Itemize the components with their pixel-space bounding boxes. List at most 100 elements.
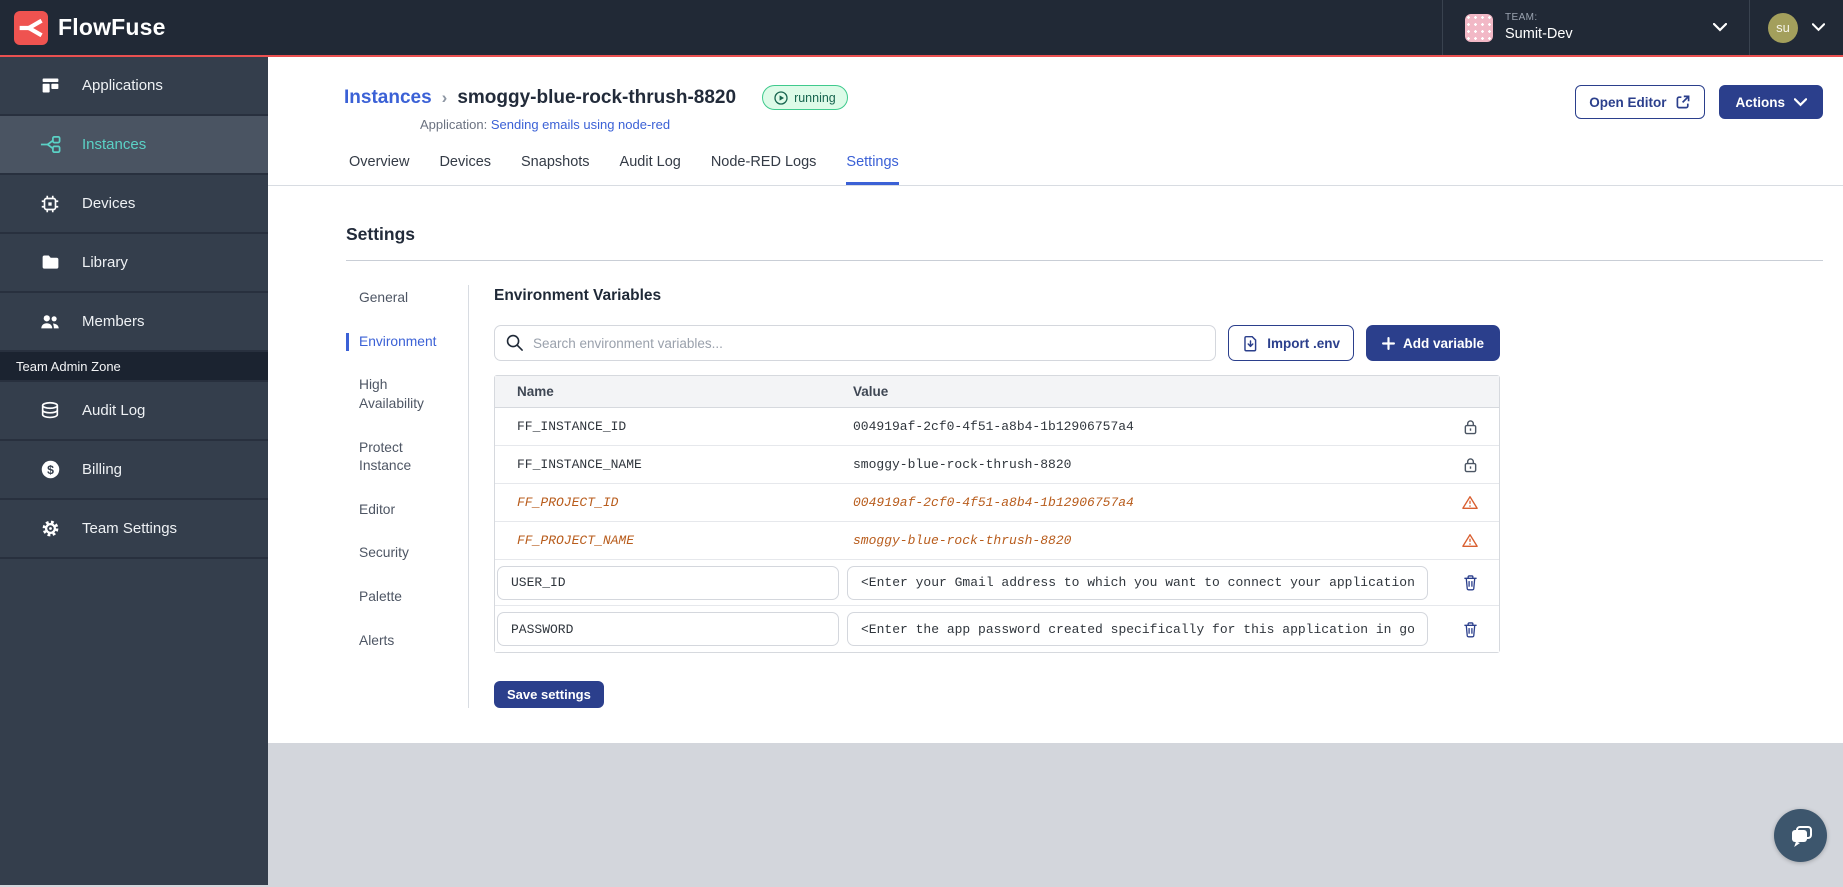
user-menu[interactable]: su — [1750, 0, 1843, 55]
content-surface: Instances › smoggy-blue-rock-thrush-8820… — [268, 57, 1843, 743]
top-bar: FlowFuse TEAM: Sumit-Dev su — [0, 0, 1843, 57]
sidebar-item-instances[interactable]: Instances — [0, 116, 268, 175]
column-header-value: Value — [853, 384, 889, 399]
chevron-down-icon — [1812, 23, 1825, 32]
sidebar-item-applications[interactable]: Applications — [0, 57, 268, 116]
trash-icon[interactable] — [1441, 621, 1499, 638]
application-line: Application: Sending emails using node-r… — [344, 110, 848, 132]
warning-icon — [1441, 495, 1499, 510]
add-variable-label: Add variable — [1402, 335, 1484, 351]
sidebar: Applications Instances Devices Library M… — [0, 57, 268, 885]
sidebar-item-label: Billing — [82, 461, 123, 478]
tab-audit-log[interactable]: Audit Log — [620, 154, 681, 185]
members-icon — [38, 310, 62, 334]
subnav-alerts[interactable]: Alerts — [346, 632, 454, 651]
env-var-value: 004919af-2cf0-4f51-a8b4-1b12906757a4 — [853, 419, 1134, 434]
open-editor-button[interactable]: Open Editor — [1575, 85, 1706, 119]
env-variables-table: Name Value FF_INSTANCE_ID 004919af-2cf0-… — [494, 375, 1500, 653]
sidebar-filler — [0, 559, 268, 885]
audit-log-icon — [38, 399, 62, 423]
tab-settings[interactable]: Settings — [846, 154, 899, 185]
env-var-name: FF_PROJECT_NAME — [517, 533, 635, 548]
sidebar-item-devices[interactable]: Devices — [0, 175, 268, 234]
flowfuse-brand[interactable]: FlowFuse — [0, 10, 166, 45]
env-var-value: 004919af-2cf0-4f51-a8b4-1b12906757a4 — [853, 495, 1134, 510]
env-var-value-input[interactable] — [847, 565, 1428, 600]
settings-divider — [346, 260, 1823, 261]
chevron-down-icon — [1713, 23, 1727, 32]
search-input[interactable] — [494, 325, 1217, 361]
import-env-label: Import .env — [1267, 335, 1340, 351]
actions-button[interactable]: Actions — [1719, 85, 1823, 119]
save-settings-button[interactable]: Save settings — [494, 681, 604, 708]
table-row: FF_PROJECT_ID 004919af-2cf0-4f51-a8b4-1b… — [495, 484, 1499, 522]
subnav-general[interactable]: General — [346, 289, 454, 308]
instance-tabs: Overview Devices Snapshots Audit Log Nod… — [268, 132, 1843, 186]
env-var-name: FF_INSTANCE_NAME — [517, 457, 642, 472]
team-selector[interactable]: TEAM: Sumit-Dev — [1443, 0, 1749, 55]
team-label: TEAM: — [1505, 12, 1538, 24]
external-link-icon — [1677, 95, 1690, 109]
tab-node-red-logs[interactable]: Node-RED Logs — [711, 154, 817, 185]
breadcrumb-instances-link[interactable]: Instances — [344, 87, 432, 109]
tab-snapshots[interactable]: Snapshots — [521, 154, 590, 185]
main-area: Instances › smoggy-blue-rock-thrush-8820… — [268, 57, 1843, 885]
search-icon — [506, 334, 523, 351]
warning-icon — [1441, 533, 1499, 548]
column-header-name: Name — [517, 384, 554, 399]
status-badge: running — [762, 85, 848, 110]
sidebar-item-billing[interactable]: $ Billing — [0, 441, 268, 500]
table-row — [495, 560, 1499, 606]
devices-icon — [38, 192, 62, 216]
env-var-value: smoggy-blue-rock-thrush-8820 — [853, 457, 1072, 472]
instances-icon — [38, 133, 62, 157]
sidebar-item-team-settings[interactable]: Team Settings — [0, 500, 268, 559]
import-env-button[interactable]: Import .env — [1228, 325, 1354, 361]
table-header: Name Value — [495, 376, 1499, 408]
subnav-palette[interactable]: Palette — [346, 588, 454, 607]
plus-icon — [1381, 336, 1395, 350]
svg-text:$: $ — [47, 463, 54, 477]
subnav-environment[interactable]: Environment — [346, 332, 454, 352]
breadcrumb-separator: › — [441, 87, 448, 107]
sidebar-item-library[interactable]: Library — [0, 234, 268, 293]
subnav-protect-instance[interactable]: Protect Instance — [346, 439, 454, 476]
tab-devices[interactable]: Devices — [439, 154, 491, 185]
add-variable-button[interactable]: Add variable — [1365, 325, 1500, 361]
env-var-name: FF_PROJECT_ID — [517, 495, 619, 510]
actions-label: Actions — [1735, 94, 1785, 110]
subnav-high-availability[interactable]: High Availability — [346, 376, 454, 413]
sidebar-item-label: Audit Log — [82, 402, 146, 419]
team-avatar — [1465, 13, 1493, 42]
lock-icon — [1441, 457, 1499, 473]
env-var-value: smoggy-blue-rock-thrush-8820 — [853, 533, 1072, 548]
team-name: Sumit-Dev — [1505, 25, 1573, 42]
applications-icon — [38, 74, 62, 98]
env-var-name-input[interactable] — [497, 565, 839, 600]
env-var-name-cell — [495, 612, 839, 646]
chat-widget-button[interactable] — [1774, 809, 1827, 862]
status-badge-label: running — [794, 90, 836, 105]
library-folder-icon — [38, 251, 62, 275]
env-var-name-input[interactable] — [497, 612, 839, 646]
table-row: FF_INSTANCE_ID 004919af-2cf0-4f51-a8b4-1… — [495, 408, 1499, 446]
tab-overview[interactable]: Overview — [349, 154, 409, 185]
sidebar-item-label: Library — [82, 254, 128, 271]
sidebar-item-audit-log[interactable]: Audit Log — [0, 382, 268, 441]
gear-icon — [38, 517, 62, 541]
subnav-security[interactable]: Security — [346, 544, 454, 563]
application-label: Application: — [420, 117, 488, 132]
settings-title: Settings — [346, 224, 416, 244]
lock-icon — [1441, 419, 1499, 435]
billing-icon: $ — [38, 458, 62, 482]
flowfuse-logo-icon — [14, 10, 48, 45]
application-link[interactable]: Sending emails using node-red — [491, 117, 670, 132]
user-avatar: su — [1768, 12, 1798, 43]
trash-icon[interactable] — [1441, 574, 1499, 591]
team-admin-zone-label: Team Admin Zone — [0, 352, 268, 382]
env-var-name-cell — [495, 565, 839, 600]
sidebar-item-members[interactable]: Members — [0, 293, 268, 352]
env-var-value-input[interactable] — [847, 612, 1428, 646]
env-var-value-cell — [847, 612, 1441, 646]
subnav-editor[interactable]: Editor — [346, 501, 454, 520]
